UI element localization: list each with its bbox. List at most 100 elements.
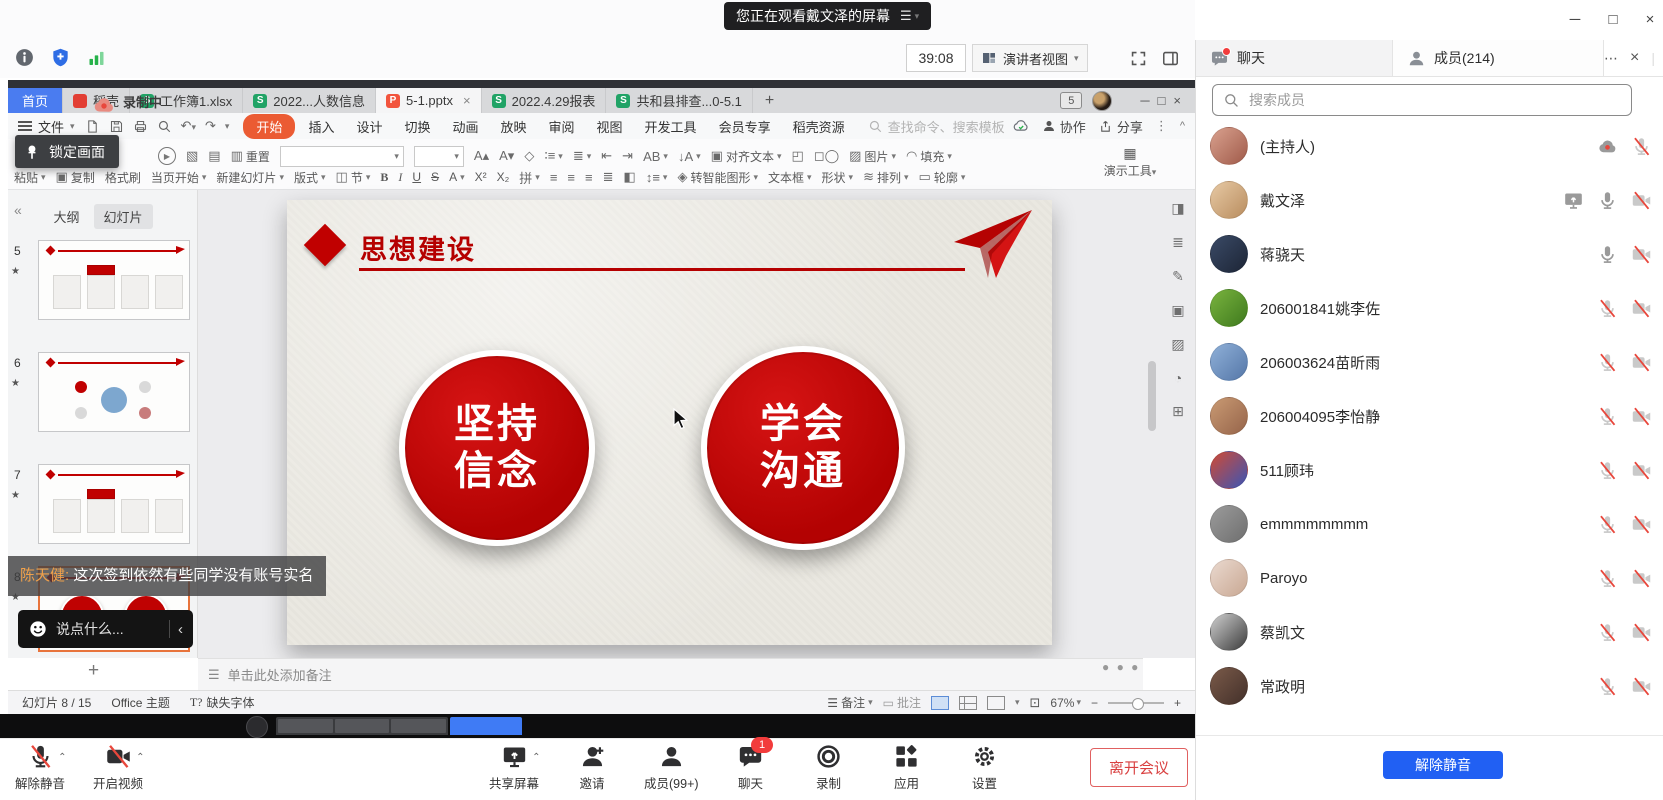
close-icon[interactable]: × xyxy=(463,93,471,108)
search-input[interactable] xyxy=(1247,91,1621,109)
doc-tab-共和县排查...0-5.1[interactable]: S共和县排查...0-5.1 xyxy=(606,88,752,113)
chevron-down-icon[interactable]: ▾ xyxy=(1015,697,1020,708)
ribbon-tab-插入[interactable]: 插入 xyxy=(299,115,343,138)
toolbar-button-应用[interactable]: 应用 xyxy=(881,742,933,792)
line-spacing-icon[interactable]: ↕≡▾ xyxy=(646,170,668,185)
mic-muted-icon[interactable] xyxy=(1597,514,1618,535)
notes-bar[interactable]: ☰ 单击此处添加备注 xyxy=(198,658,1143,690)
ribbon-tab-开始[interactable]: 开始 xyxy=(243,114,295,139)
comments-toggle[interactable]: ▭批注 xyxy=(883,694,921,711)
file-menu[interactable]: 文件▾ xyxy=(18,117,75,136)
camera-muted-icon[interactable] xyxy=(1631,190,1652,211)
wps-minimize-button[interactable]: ─ xyxy=(1140,93,1149,108)
ribbon-button-文本框[interactable]: 文本框▾ xyxy=(768,169,812,186)
slides-panel-tab-幻灯片[interactable]: 幻灯片 xyxy=(94,204,153,229)
panel-tab-成员(214)[interactable]: 成员(214) xyxy=(1393,40,1604,76)
ribbon-button-格式刷[interactable]: 格式刷 xyxy=(105,169,141,186)
window-preview[interactable] xyxy=(276,717,448,735)
member-row[interactable]: 常政明 xyxy=(1196,659,1663,713)
member-row[interactable]: 蔡凯文 xyxy=(1196,605,1663,659)
notes-placeholder[interactable]: 单击此处添加备注 xyxy=(228,665,332,684)
more-dots-icon[interactable]: ● ● ● xyxy=(1102,660,1140,674)
textbox-large-icon[interactable]: ◰ xyxy=(791,148,803,164)
ribbon-tab-动画[interactable]: 动画 xyxy=(443,115,487,138)
section-icon[interactable]: ◫节▾ xyxy=(336,169,371,186)
save-icon[interactable] xyxy=(109,119,124,134)
member-row[interactable]: 206003624苗昕雨 xyxy=(1196,335,1663,389)
window-preview-active-tab[interactable] xyxy=(450,717,522,735)
chevron-left-icon[interactable]: ‹ xyxy=(178,621,183,638)
outline-icon[interactable]: ▭轮廓▾ xyxy=(919,169,966,186)
collaborate-button[interactable]: 协作 xyxy=(1042,117,1086,136)
ribbon-button-U[interactable]: U xyxy=(412,170,421,184)
window-count-badge[interactable]: 5 xyxy=(1060,92,1082,109)
toolbar-button-共享屏幕[interactable]: ⌃共享屏幕 xyxy=(488,742,540,792)
toolbar-button-开启视频[interactable]: ⌃开启视频 xyxy=(92,742,144,792)
slide-sorter-icon[interactable] xyxy=(959,696,977,710)
ribbon-button-I[interactable]: I xyxy=(398,170,402,185)
align-center-icon[interactable]: ≡ xyxy=(567,170,575,185)
sidebar-tool-icon[interactable]: ≣ xyxy=(1172,234,1184,251)
toolbar-button-邀请[interactable]: 邀请 xyxy=(566,742,618,792)
ribbon-button-X₂[interactable]: X₂ xyxy=(497,170,510,184)
camera-muted-icon[interactable] xyxy=(1631,460,1652,481)
ribbon-tab-视图[interactable]: 视图 xyxy=(588,115,632,138)
cloud-recording-icon[interactable] xyxy=(1597,136,1618,157)
sidebar-tool-icon[interactable]: ◨ xyxy=(1171,200,1184,217)
new-slide-icon[interactable]: ▧ xyxy=(186,148,198,164)
collapse-ribbon-icon[interactable]: ^ xyxy=(1180,120,1185,132)
close-button[interactable]: × xyxy=(1637,8,1663,30)
member-row[interactable]: 戴文泽 xyxy=(1196,173,1663,227)
member-row[interactable]: emmmmmmmm xyxy=(1196,497,1663,551)
chevron-down-icon[interactable]: ▾ xyxy=(225,121,230,132)
shapes-large-icon[interactable]: ◻◯ xyxy=(814,148,839,164)
ribbon-tab-开发工具[interactable]: 开发工具 xyxy=(636,115,706,138)
member-row[interactable]: 511顾玮 xyxy=(1196,443,1663,497)
panel-toggle-icon[interactable] xyxy=(1158,46,1182,70)
slide-thumbnail-7[interactable] xyxy=(38,464,190,544)
mic-muted-icon[interactable] xyxy=(1597,460,1618,481)
camera-muted-icon[interactable] xyxy=(1631,352,1652,373)
smart-graphic-icon[interactable]: ◈转智能图形▾ xyxy=(677,169,758,186)
mic-muted-icon[interactable] xyxy=(1597,622,1618,643)
ribbon-button-版式[interactable]: 版式▾ xyxy=(294,169,326,186)
add-slide-button[interactable]: + xyxy=(88,660,99,682)
avatar[interactable] xyxy=(1092,91,1112,111)
toolbar-button-设置[interactable]: 设置 xyxy=(959,742,1011,792)
text-direction-icon[interactable]: ↓A▾ xyxy=(678,149,701,164)
print-icon[interactable] xyxy=(133,119,148,134)
font-decrease-icon[interactable]: A▾ xyxy=(499,148,514,164)
presentation-tools-button[interactable]: ▦ 演示工具▾ xyxy=(1099,145,1161,179)
ribbon-button-item[interactable]: ▾ xyxy=(414,146,464,167)
toolbar-button-解除静音[interactable]: ⌃解除静音 xyxy=(14,742,66,792)
sidebar-tool-icon[interactable]: ◔ xyxy=(1174,370,1182,386)
ribbon-button-item[interactable]: ▾ xyxy=(280,146,404,167)
minimize-button[interactable]: ─ xyxy=(1562,8,1588,30)
ribbon-tab-审阅[interactable]: 审阅 xyxy=(540,115,584,138)
maximize-button[interactable]: □ xyxy=(1600,8,1626,30)
align-justify-icon[interactable]: ≣ xyxy=(603,169,614,185)
clear-format-icon[interactable]: ◇ xyxy=(524,148,534,164)
more-icon[interactable]: ⋮ xyxy=(1155,118,1168,134)
char-spacing-icon[interactable]: AB▾ xyxy=(643,149,668,164)
zoom-level[interactable]: 67%▾ xyxy=(1050,696,1081,710)
camera-muted-icon[interactable] xyxy=(1631,622,1652,643)
fullscreen-icon[interactable] xyxy=(1126,46,1150,70)
ribbon-button-粘贴[interactable]: 粘贴▾ xyxy=(14,169,46,186)
find-icon[interactable] xyxy=(157,119,172,134)
zoom-in-button[interactable]: + xyxy=(1174,696,1181,710)
ribbon-button-A[interactable]: A▾ xyxy=(449,170,465,184)
ribbon-tab-会员专享[interactable]: 会员专享 xyxy=(710,115,780,138)
mic-muted-icon[interactable] xyxy=(1631,136,1652,157)
member-search-box[interactable] xyxy=(1212,84,1632,116)
ribbon-button-X²[interactable]: X² xyxy=(475,170,487,184)
command-search[interactable]: 查找命令、搜索模板 xyxy=(868,117,1005,136)
align-left-icon[interactable]: ≡ xyxy=(550,170,558,185)
copy-icon[interactable]: ▣复制 xyxy=(56,169,95,186)
bullet-list-icon[interactable]: ∶≡▾ xyxy=(544,148,563,164)
number-list-icon[interactable]: ≣▾ xyxy=(573,148,591,164)
lock-screen-tooltip[interactable]: 锁定画面 xyxy=(15,135,119,168)
ribbon-button-B[interactable]: B xyxy=(380,170,388,185)
new-tab-button[interactable]: + xyxy=(753,88,786,113)
missing-font-warning[interactable]: T?缺失字体 xyxy=(190,694,255,711)
